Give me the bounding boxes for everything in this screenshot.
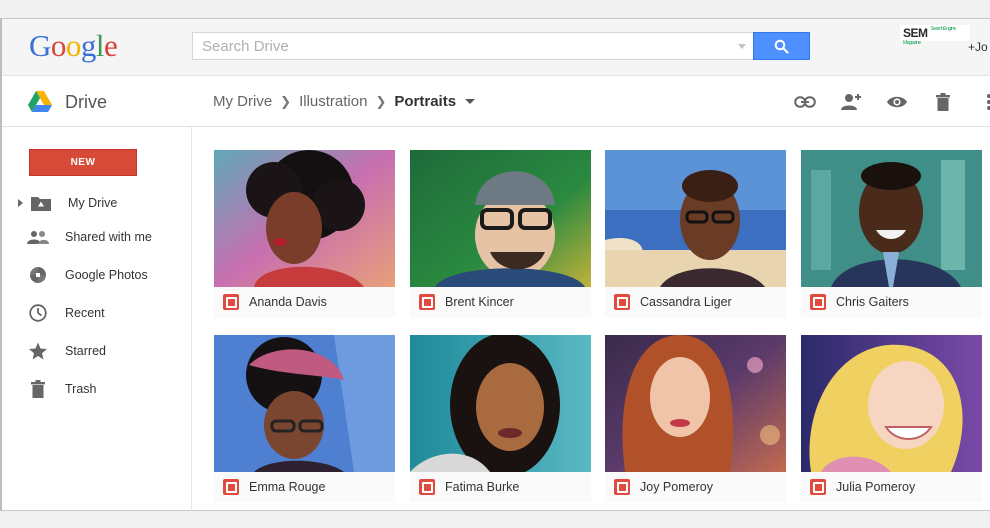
file-caption[interactable]: Joy Pomeroy	[605, 472, 786, 502]
search-input[interactable]	[202, 38, 722, 55]
drive-logo-icon[interactable]	[28, 91, 52, 117]
logo-letter: G	[29, 28, 51, 63]
search-options-chevron-icon[interactable]	[738, 44, 746, 49]
search-button[interactable]	[753, 32, 810, 60]
drive-window: Google SEM SearchEngine Magazine +Jo	[0, 18, 990, 511]
sidebar-item-trash[interactable]: Trash	[18, 377, 97, 401]
file-caption[interactable]: Cassandra Liger	[605, 287, 786, 317]
image-file-icon	[614, 479, 630, 495]
trash-icon	[936, 93, 950, 111]
image-file-icon	[419, 294, 435, 310]
new-button[interactable]: NEW	[29, 149, 137, 176]
file-thumbnail[interactable]	[605, 150, 786, 287]
file-card-brent-kincer[interactable]: Brent Kincer	[410, 150, 591, 317]
breadcrumb-my-drive[interactable]: My Drive	[213, 93, 272, 110]
file-caption[interactable]: Chris Gaiters	[801, 287, 982, 317]
share-person-icon	[841, 94, 861, 110]
file-name: Cassandra Liger	[640, 295, 732, 309]
file-caption[interactable]: Julia Pomeroy	[801, 472, 982, 502]
watermark-text: SEM	[903, 26, 928, 40]
file-thumbnail[interactable]	[801, 150, 982, 287]
file-caption[interactable]: Emma Rouge	[214, 472, 395, 502]
user-profile-link[interactable]: +Jo	[968, 40, 988, 54]
sidebar-item-label: Starred	[65, 344, 106, 358]
sidebar-item-label: My Drive	[68, 196, 118, 210]
logo-letter: o	[65, 28, 82, 63]
app-title[interactable]: Drive	[65, 92, 107, 113]
sidebar-item-google-photos[interactable]: Google Photos	[18, 263, 148, 287]
file-caption[interactable]: Ananda Davis	[214, 287, 395, 317]
preview-button[interactable]	[874, 89, 920, 115]
image-file-icon	[223, 294, 239, 310]
folder-menu-chevron-down-icon[interactable]	[465, 99, 476, 104]
preview-eye-icon	[887, 96, 907, 108]
file-name: Emma Rouge	[249, 480, 326, 494]
breadcrumb-current-folder[interactable]: Portraits	[394, 93, 456, 110]
file-thumbnail[interactable]	[605, 335, 786, 472]
sidebar: NEW My Drive Shared with me Google Photo…	[2, 127, 192, 510]
drive-folder-icon	[30, 192, 52, 214]
image-file-icon	[614, 294, 630, 310]
search-icon	[774, 39, 789, 54]
logo-letter: o	[50, 28, 67, 63]
sidebar-item-label: Recent	[65, 306, 105, 320]
breadcrumb-chevron-icon: ❯	[375, 93, 387, 109]
file-thumbnail[interactable]	[410, 150, 591, 287]
logo-letter: e	[104, 28, 118, 63]
star-icon	[27, 340, 49, 362]
clock-icon	[27, 302, 49, 324]
sidebar-item-shared-with-me[interactable]: Shared with me	[18, 225, 152, 249]
sidebar-item-label: Google Photos	[65, 268, 148, 282]
image-file-icon	[223, 479, 239, 495]
file-name: Ananda Davis	[249, 295, 327, 309]
file-thumbnail[interactable]	[801, 335, 982, 472]
sidebar-item-label: Shared with me	[65, 230, 152, 244]
file-name: Julia Pomeroy	[836, 480, 916, 494]
file-name: Chris Gaiters	[836, 295, 909, 309]
drive-navbar: Drive My Drive ❯ Illustration ❯ Portrait…	[2, 76, 990, 127]
file-caption[interactable]: Fatima Burke	[410, 472, 591, 502]
expand-arrow-icon[interactable]	[18, 199, 26, 207]
file-caption[interactable]: Brent Kincer	[410, 287, 591, 317]
breadcrumb-illustration[interactable]: Illustration	[299, 93, 367, 110]
watermark-logo: SEM SearchEngine Magazine	[900, 25, 970, 46]
sidebar-item-my-drive[interactable]: My Drive	[18, 191, 117, 215]
toolbar-actions	[782, 89, 990, 115]
photos-pinwheel-icon	[27, 264, 49, 286]
trash-icon	[27, 378, 49, 400]
file-name: Brent Kincer	[445, 295, 514, 309]
file-card-cassandra-liger[interactable]: Cassandra Liger	[605, 150, 786, 317]
file-card-ananda-davis[interactable]: Ananda Davis	[214, 150, 395, 317]
file-thumbnail[interactable]	[214, 335, 395, 472]
more-vert-icon	[987, 94, 990, 110]
file-name: Fatima Burke	[445, 480, 520, 494]
delete-button[interactable]	[920, 89, 966, 115]
search-box[interactable]	[192, 32, 754, 60]
image-file-icon	[419, 479, 435, 495]
file-card-julia-pomeroy[interactable]: Julia Pomeroy	[801, 335, 982, 502]
image-file-icon	[810, 294, 826, 310]
breadcrumb-chevron-icon: ❯	[280, 93, 292, 109]
people-icon	[27, 226, 49, 248]
more-actions-button[interactable]	[966, 89, 990, 115]
logo-letter: g	[80, 28, 97, 63]
file-card-fatima-burke[interactable]: Fatima Burke	[410, 335, 591, 502]
image-file-icon	[810, 479, 826, 495]
file-card-chris-gaiters[interactable]: Chris Gaiters	[801, 150, 982, 317]
file-thumbnail[interactable]	[410, 335, 591, 472]
breadcrumb: My Drive ❯ Illustration ❯ Portraits	[213, 93, 476, 110]
file-card-joy-pomeroy[interactable]: Joy Pomeroy	[605, 335, 786, 502]
link-icon	[794, 96, 816, 108]
sidebar-item-starred[interactable]: Starred	[18, 339, 106, 363]
sidebar-item-label: Trash	[65, 382, 97, 396]
top-bar: Google SEM SearchEngine Magazine +Jo	[2, 19, 990, 76]
logo-letter: l	[95, 28, 105, 63]
google-logo[interactable]: Google	[29, 28, 118, 64]
file-card-emma-rouge[interactable]: Emma Rouge	[214, 335, 395, 502]
file-name: Joy Pomeroy	[640, 480, 713, 494]
share-button[interactable]	[828, 89, 874, 115]
get-link-button[interactable]	[782, 89, 828, 115]
sidebar-item-recent[interactable]: Recent	[18, 301, 105, 325]
file-thumbnail[interactable]	[214, 150, 395, 287]
